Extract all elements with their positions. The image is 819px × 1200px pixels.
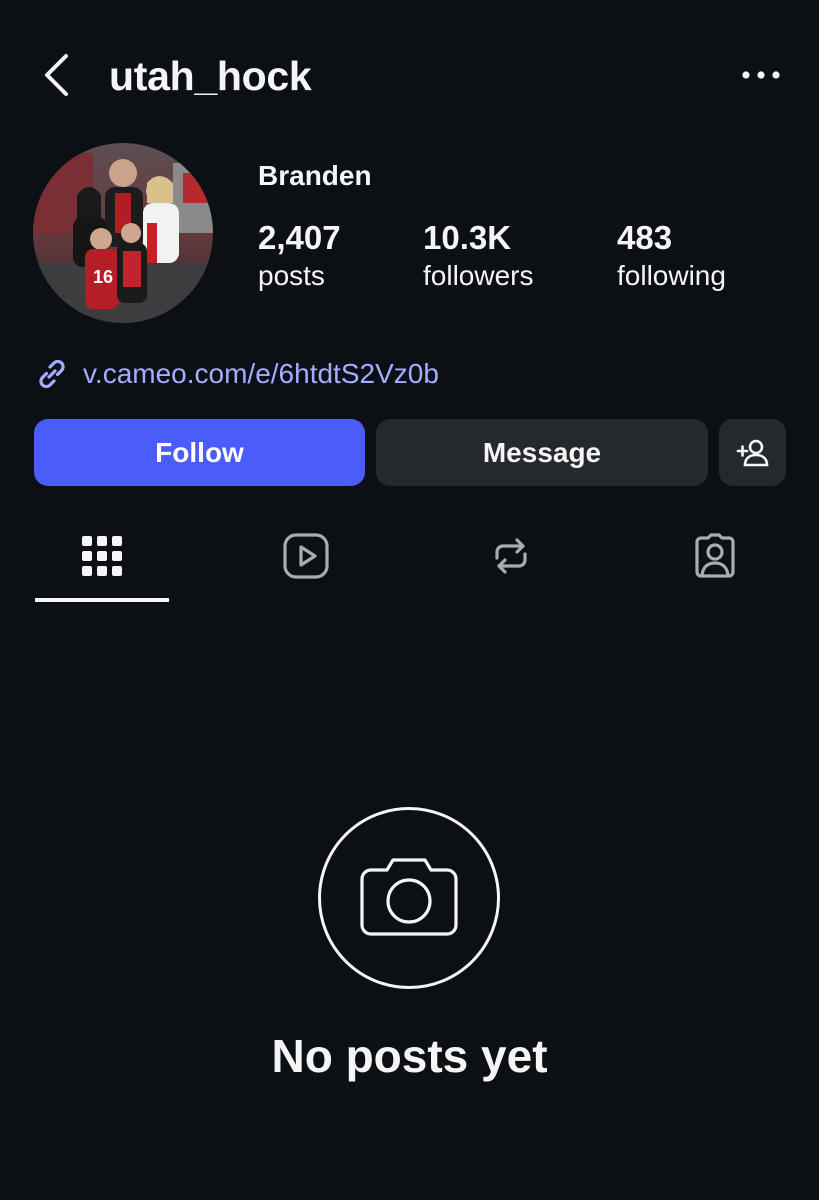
stat-label: followers	[423, 260, 534, 291]
stat-followers[interactable]: 10.3K followers	[423, 218, 533, 294]
follow-button[interactable]: Follow	[34, 419, 365, 486]
stat-label: posts	[258, 260, 325, 291]
profile-page: utah_hock 16 Branden 2,407 posts 10.3K f…	[0, 0, 819, 1200]
empty-state-message: No posts yet	[271, 1030, 548, 1082]
svg-text:16: 16	[93, 267, 113, 287]
empty-state-circle	[318, 807, 500, 989]
stat-count: 10.3K	[423, 219, 512, 256]
add-person-icon	[736, 439, 768, 466]
profile-link[interactable]: v.cameo.com/e/6htdtS2Vz0b	[34, 354, 439, 394]
tab-selected-indicator	[35, 598, 169, 602]
reposts-icon	[495, 538, 527, 574]
stat-count: 483	[617, 219, 673, 256]
camera-icon	[360, 858, 458, 936]
suggested-accounts-button[interactable]	[719, 419, 786, 486]
profile-username: utah_hock	[109, 53, 312, 99]
back-button[interactable]	[36, 50, 80, 100]
avatar-photo: 16	[33, 143, 213, 323]
stat-label: following	[617, 260, 726, 291]
chevron-left-icon	[45, 54, 68, 96]
profile-avatar[interactable]: 16	[33, 143, 213, 323]
tab-posts[interactable]	[35, 526, 169, 602]
grid-icon	[82, 536, 122, 576]
link-text: v.cameo.com/e/6htdtS2Vz0b	[83, 358, 439, 389]
stat-posts[interactable]: 2,407 posts	[258, 218, 341, 294]
display-name: Branden	[258, 160, 372, 191]
link-icon	[39, 359, 65, 389]
tab-reels[interactable]	[239, 526, 373, 602]
stat-following[interactable]: 483 following	[617, 218, 726, 294]
more-icon	[742, 71, 780, 79]
tab-tagged[interactable]	[648, 526, 782, 602]
more-options-button[interactable]	[738, 60, 784, 90]
stat-count: 2,407	[258, 219, 341, 256]
message-button[interactable]: Message	[376, 419, 708, 486]
reels-icon	[283, 533, 329, 579]
tab-reposts[interactable]	[444, 526, 578, 602]
tagged-icon	[695, 533, 735, 578]
